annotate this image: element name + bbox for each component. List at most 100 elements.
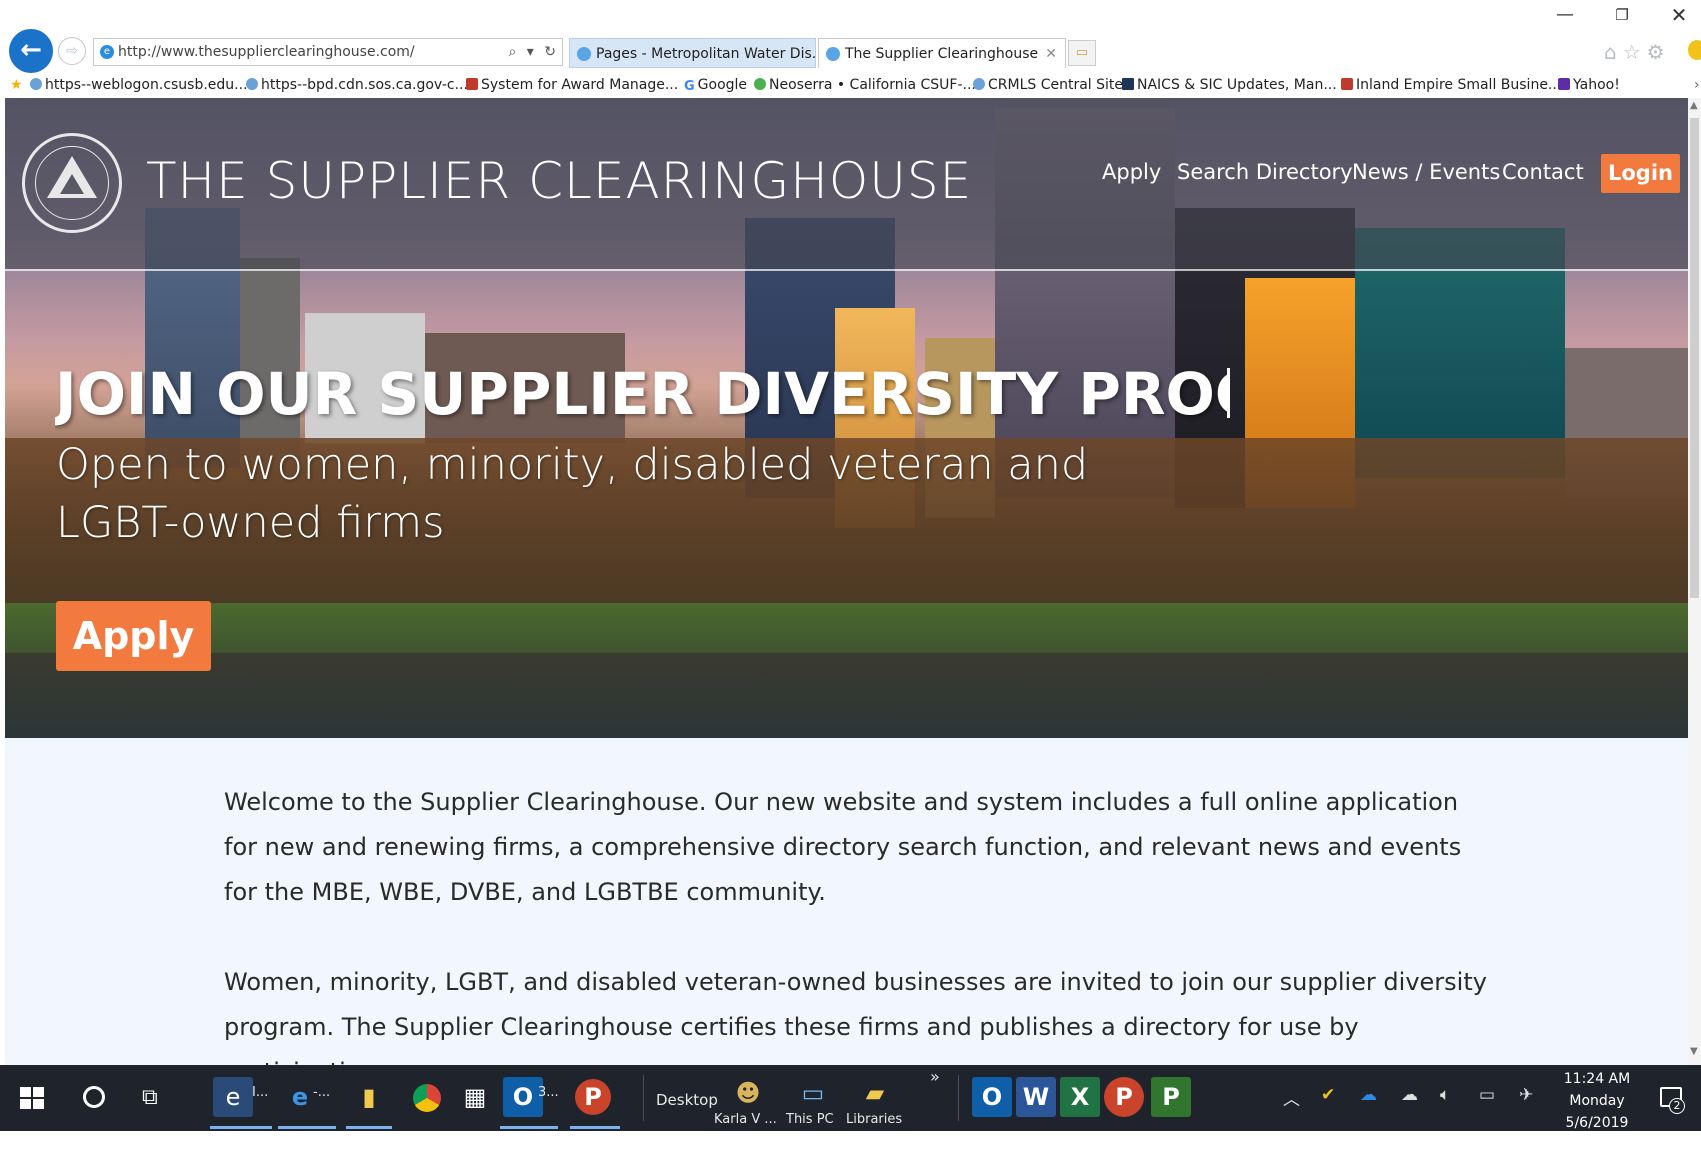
hero-section: THE SUPPLIER CLEARINGHOUSE Apply Search …: [5, 98, 1688, 738]
tab-page-icon: [826, 47, 840, 61]
calculator-icon[interactable]: ▦: [455, 1077, 495, 1117]
battery-icon[interactable]: ▭: [1479, 1085, 1495, 1105]
logo-triangle-inner: [60, 174, 84, 194]
active-indicator: [570, 1126, 620, 1129]
yahoo-icon: [1558, 78, 1570, 90]
tab-metropolitan-water[interactable]: Pages - Metropolitan Water Dis...: [569, 38, 816, 68]
user-folder-icon[interactable]: ☻: [728, 1073, 768, 1113]
folder-label[interactable]: Karla V ...: [714, 1112, 777, 1127]
taskbar-app-label: I...: [252, 1085, 269, 1100]
nav-search-directory-link[interactable]: Search Directory: [1177, 160, 1353, 184]
active-indicator: [346, 1126, 392, 1129]
desktop-toolbar-label[interactable]: Desktop: [656, 1091, 718, 1109]
favorite-item[interactable]: https--bpd.cdn.sos.ca.gov-c...: [246, 74, 468, 96]
outlook-icon[interactable]: O: [503, 1077, 543, 1117]
sam-icon: [466, 78, 478, 90]
favorite-item[interactable]: Neoserra • California CSUF-...: [754, 74, 976, 96]
favorite-item[interactable]: System for Award Manage...: [466, 74, 678, 96]
google-icon: G: [684, 79, 695, 94]
toolbar-overflow-icon[interactable]: »: [930, 1067, 940, 1086]
taskbar: ⧉ e I... e -... ▮ ▦ O 3... P Desktop ☻ K…: [0, 1065, 1701, 1131]
restore-button[interactable]: ❐: [1602, 2, 1642, 28]
ie-page-icon: e: [100, 45, 114, 59]
new-tab-button[interactable]: ▭: [1068, 40, 1096, 66]
favorites-bar: ★ https--weblogon.csusb.edu... https--bp…: [0, 74, 1701, 96]
favorite-item[interactable]: https--weblogon.csusb.edu...: [30, 74, 248, 96]
tab-supplier-clearinghouse[interactable]: The Supplier Clearinghouse ✕: [818, 38, 1066, 68]
chrome-icon[interactable]: [407, 1077, 447, 1117]
page-icon: [973, 78, 985, 90]
naics-icon: [1122, 78, 1134, 90]
text-cursor: [1227, 368, 1230, 418]
header-divider: [5, 269, 1688, 271]
favorites-overflow-icon[interactable]: ›: [1694, 74, 1700, 96]
feedback-smiley-icon[interactable]: [1688, 40, 1701, 60]
cloud-icon[interactable]: ☁: [1401, 1085, 1418, 1105]
taskbar-separator: [958, 1075, 959, 1121]
favorite-item[interactable]: G Google: [684, 74, 747, 96]
excel-icon[interactable]: X: [1060, 1077, 1100, 1117]
clock-day: Monday: [1569, 1093, 1625, 1109]
nav-apply-link[interactable]: Apply: [1102, 160, 1161, 184]
this-pc-icon[interactable]: ▭: [793, 1073, 833, 1113]
windows-start-icon[interactable]: [20, 1087, 46, 1111]
show-hidden-icons-icon[interactable]: ︿: [1283, 1085, 1300, 1110]
address-bar[interactable]: e http://www.thesupplierclearinghouse.co…: [93, 38, 563, 66]
dropdown-icon[interactable]: ▾: [527, 44, 534, 60]
tab-page-icon: [577, 47, 591, 61]
tab-label: The Supplier Clearinghouse: [845, 46, 1039, 62]
libraries-icon[interactable]: ▰: [855, 1073, 895, 1113]
close-tab-icon[interactable]: ✕: [1045, 39, 1057, 68]
back-button[interactable]: ←: [9, 29, 53, 73]
favorites-star-icon[interactable]: ★: [10, 74, 23, 96]
toolbar-icons[interactable]: ⌂☆⚙: [1604, 40, 1671, 64]
hero-heading: JOIN OUR SUPPLIER DIVERSITY PROGRAM: [55, 360, 1227, 428]
notification-count-badge: 2: [1669, 1098, 1685, 1114]
river: [5, 653, 1688, 738]
internet-explorer-icon[interactable]: e: [213, 1077, 253, 1117]
word-icon[interactable]: W: [1016, 1077, 1056, 1117]
volume-icon[interactable]: 🔈︎: [1440, 1085, 1450, 1105]
hero-apply-button[interactable]: Apply: [56, 601, 211, 671]
nav-news-events-link[interactable]: News / Events: [1352, 160, 1500, 184]
airplane-mode-icon[interactable]: ✈︎: [1519, 1085, 1533, 1105]
system-clock[interactable]: 11:24 AM Monday 5/6/2019: [1545, 1068, 1649, 1134]
login-button[interactable]: Login: [1601, 154, 1680, 193]
intro-paragraph: Women, minority, LGBT, and disabled vete…: [224, 968, 1487, 1065]
clock-time: 11:24 AM: [1563, 1071, 1631, 1087]
taskbar-app-label: 3...: [538, 1085, 559, 1100]
file-explorer-icon[interactable]: ▮: [349, 1077, 389, 1117]
nav-contact-link[interactable]: Contact: [1502, 160, 1584, 184]
powerpoint-pinned-icon[interactable]: P: [1104, 1077, 1144, 1117]
hero-subheading: Open to women, minority, disabled vetera…: [56, 440, 1089, 548]
onedrive-icon[interactable]: ☁: [1360, 1085, 1377, 1105]
folder-label[interactable]: This PC: [786, 1112, 834, 1127]
scrollbar-thumb[interactable]: [1690, 118, 1699, 598]
scroll-up-icon[interactable]: ▲: [1690, 100, 1698, 111]
site-title[interactable]: THE SUPPLIER CLEARINGHOUSE: [146, 152, 972, 210]
scroll-down-icon[interactable]: ▼: [1690, 1046, 1698, 1057]
close-window-button[interactable]: ✕: [1659, 2, 1699, 28]
project-icon[interactable]: P: [1151, 1077, 1191, 1117]
taskbar-app-label: -...: [313, 1085, 331, 1100]
forward-button[interactable]: ⇨: [58, 37, 86, 65]
cortana-search-icon[interactable]: [83, 1086, 105, 1108]
intro-paragraph: Welcome to the Supplier Clearinghouse. O…: [224, 788, 1462, 906]
task-view-icon[interactable]: ⧉: [142, 1085, 158, 1151]
web-page: THE SUPPLIER CLEARINGHOUSE Apply Search …: [5, 98, 1688, 1065]
taskbar-separator: [643, 1075, 644, 1121]
norton-check-icon[interactable]: ✔: [1321, 1085, 1335, 1105]
address-text: http://www.thesupplierclearinghouse.com/: [118, 44, 415, 60]
favorite-item[interactable]: CRMLS Central Site: [973, 74, 1123, 96]
refresh-icon[interactable]: ↻: [544, 44, 556, 60]
search-icon[interactable]: ⌕: [508, 44, 516, 60]
favorite-item[interactable]: Yahoo!: [1558, 74, 1620, 96]
neoserra-icon: [754, 78, 766, 90]
site-logo[interactable]: [22, 133, 122, 233]
favorite-item[interactable]: Inland Empire Small Busine...: [1341, 74, 1561, 96]
powerpoint-icon[interactable]: P: [575, 1079, 611, 1115]
outlook-pinned-icon[interactable]: O: [972, 1077, 1012, 1117]
folder-label[interactable]: Libraries: [846, 1112, 902, 1127]
favorite-item[interactable]: NAICS & SIC Updates, Man...: [1122, 74, 1337, 96]
minimize-button[interactable]: —: [1545, 2, 1585, 28]
